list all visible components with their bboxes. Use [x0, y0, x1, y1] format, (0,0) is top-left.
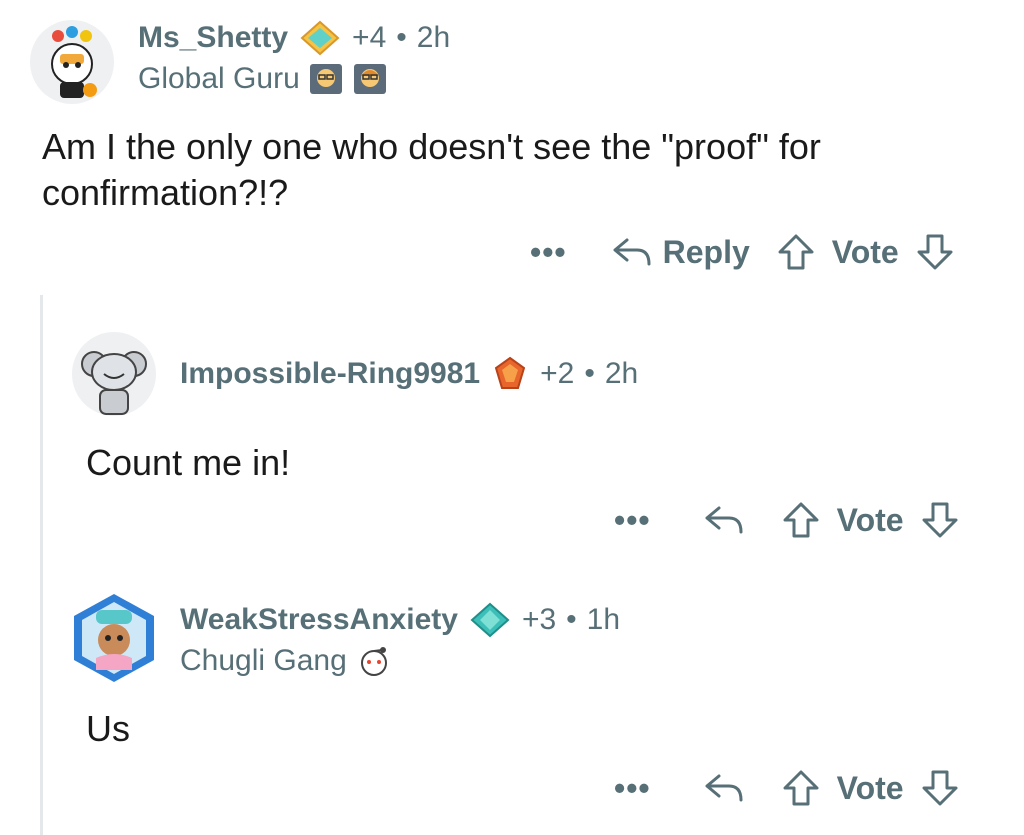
comment-body: Us: [86, 708, 130, 749]
teacher-emoji-icon: [353, 64, 386, 94]
snoo-avatar-icon: [81, 351, 147, 415]
score: +4: [352, 21, 387, 54]
reply-arrow-icon[interactable]: [703, 502, 745, 538]
user-flair: Chugli Gang: [180, 644, 347, 677]
teacher-emoji-icon: [309, 64, 342, 94]
vote-label: Vote: [831, 233, 899, 270]
achievement-badge-icon: [300, 20, 340, 56]
downvote-icon[interactable]: [920, 500, 960, 540]
comment-body: Count me in!: [86, 442, 291, 483]
vote-label: Vote: [836, 769, 904, 806]
more-options-button[interactable]: •••: [614, 770, 651, 807]
avatar[interactable]: [72, 332, 156, 416]
reply-arrow-icon: [613, 238, 651, 266]
username[interactable]: Impossible-Ring9981: [180, 357, 480, 391]
timestamp: 1h: [586, 603, 621, 636]
reply-arrow-icon[interactable]: [703, 770, 745, 806]
timestamp: 2h: [416, 21, 451, 54]
downvote-icon[interactable]: [915, 232, 955, 272]
more-options-button[interactable]: •••: [614, 502, 651, 539]
upvote-icon[interactable]: [776, 232, 816, 272]
timestamp: 2h: [604, 357, 639, 390]
score: +2: [540, 357, 575, 390]
upvote-icon[interactable]: [781, 768, 821, 808]
achievement-badge-icon: [494, 356, 526, 389]
comment-body: Am I the only one who doesn't see the "p…: [42, 126, 821, 213]
avatar[interactable]: [30, 20, 114, 104]
achievement-badge-icon: [470, 602, 510, 638]
avatar[interactable]: [66, 590, 162, 686]
thread-line[interactable]: [40, 295, 43, 835]
vote-label: Vote: [836, 501, 904, 538]
score: +3: [521, 603, 557, 636]
downvote-icon[interactable]: [920, 768, 960, 808]
upvote-icon[interactable]: [781, 500, 821, 540]
reply-button[interactable]: Reply: [611, 234, 750, 271]
more-options-button[interactable]: •••: [530, 234, 567, 271]
hexagon-avatar-icon: [74, 594, 154, 682]
separator: •: [566, 603, 577, 636]
separator: •: [396, 21, 407, 54]
separator: •: [584, 357, 595, 390]
snoo-emoji-icon: [360, 647, 387, 676]
reply-label: Reply: [662, 233, 750, 270]
username[interactable]: Ms_Shetty: [138, 21, 288, 55]
username[interactable]: WeakStressAnxiety: [180, 603, 458, 637]
user-flair: Global Guru: [138, 62, 300, 95]
snoo-avatar-icon: [51, 26, 97, 98]
